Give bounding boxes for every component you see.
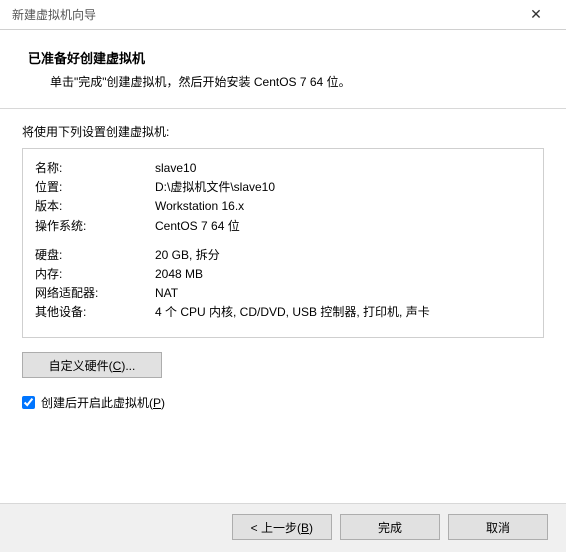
row-disk: 硬盘: 20 GB, 拆分	[35, 246, 531, 265]
value-disk: 20 GB, 拆分	[155, 246, 531, 265]
row-memory: 内存: 2048 MB	[35, 265, 531, 284]
poweron-checkbox-label[interactable]: 创建后开启此虚拟机(P)	[41, 394, 165, 411]
row-name: 名称: slave10	[35, 159, 531, 178]
label-network: 网络适配器:	[35, 284, 155, 303]
back-button[interactable]: < 上一步(B)	[232, 514, 332, 540]
header: 已准备好创建虚拟机 单击"完成"创建虚拟机，然后开始安装 CentOS 7 64…	[0, 30, 566, 102]
value-name: slave10	[155, 159, 531, 178]
poweron-checkbox[interactable]	[22, 396, 35, 409]
row-network: 网络适配器: NAT	[35, 284, 531, 303]
settings-subheader: 将使用下列设置创建虚拟机:	[22, 123, 544, 140]
row-other: 其他设备: 4 个 CPU 内核, CD/DVD, USB 控制器, 打印机, …	[35, 303, 531, 322]
window-title: 新建虚拟机向导	[12, 6, 96, 23]
row-version: 版本: Workstation 16.x	[35, 197, 531, 216]
row-os: 操作系统: CentOS 7 64 位	[35, 217, 531, 236]
label-disk: 硬盘:	[35, 246, 155, 265]
back-label-u: B	[301, 521, 309, 535]
titlebar: 新建虚拟机向导 ✕	[0, 0, 566, 30]
label-memory: 内存:	[35, 265, 155, 284]
value-network: NAT	[155, 284, 531, 303]
value-version: Workstation 16.x	[155, 197, 531, 216]
label-name: 名称:	[35, 159, 155, 178]
value-location: D:\虚拟机文件\slave10	[155, 178, 531, 197]
cancel-button[interactable]: 取消	[448, 514, 548, 540]
body-section: 将使用下列设置创建虚拟机: 名称: slave10 位置: D:\虚拟机文件\s…	[0, 109, 566, 338]
value-os: CentOS 7 64 位	[155, 217, 531, 236]
row-location: 位置: D:\虚拟机文件\slave10	[35, 178, 531, 197]
page-subtitle: 单击"完成"创建虚拟机，然后开始安装 CentOS 7 64 位。	[28, 73, 544, 90]
value-memory: 2048 MB	[155, 265, 531, 284]
settings-box: 名称: slave10 位置: D:\虚拟机文件\slave10 版本: Wor…	[22, 148, 544, 338]
poweron-label-post: )	[161, 396, 165, 410]
poweron-checkbox-row: 创建后开启此虚拟机(P)	[0, 378, 566, 411]
page-title: 已准备好创建虚拟机	[28, 48, 544, 67]
customize-label-pre: 自定义硬件(	[49, 359, 113, 373]
label-os: 操作系统:	[35, 217, 155, 236]
back-label-pre: < 上一步(	[251, 521, 301, 535]
label-other: 其他设备:	[35, 303, 155, 322]
finish-button[interactable]: 完成	[340, 514, 440, 540]
poweron-label-pre: 创建后开启此虚拟机(	[41, 396, 153, 410]
value-other: 4 个 CPU 内核, CD/DVD, USB 控制器, 打印机, 声卡	[155, 303, 531, 322]
poweron-label-u: P	[153, 396, 161, 410]
close-icon[interactable]: ✕	[516, 6, 556, 23]
footer: < 上一步(B) 完成 取消	[0, 503, 566, 552]
customize-hardware-button[interactable]: 自定义硬件(C)...	[22, 352, 162, 378]
label-location: 位置:	[35, 178, 155, 197]
customize-label-post: )...	[121, 359, 135, 373]
customize-row: 自定义硬件(C)...	[0, 338, 566, 378]
label-version: 版本:	[35, 197, 155, 216]
back-label-post: )	[309, 521, 313, 535]
